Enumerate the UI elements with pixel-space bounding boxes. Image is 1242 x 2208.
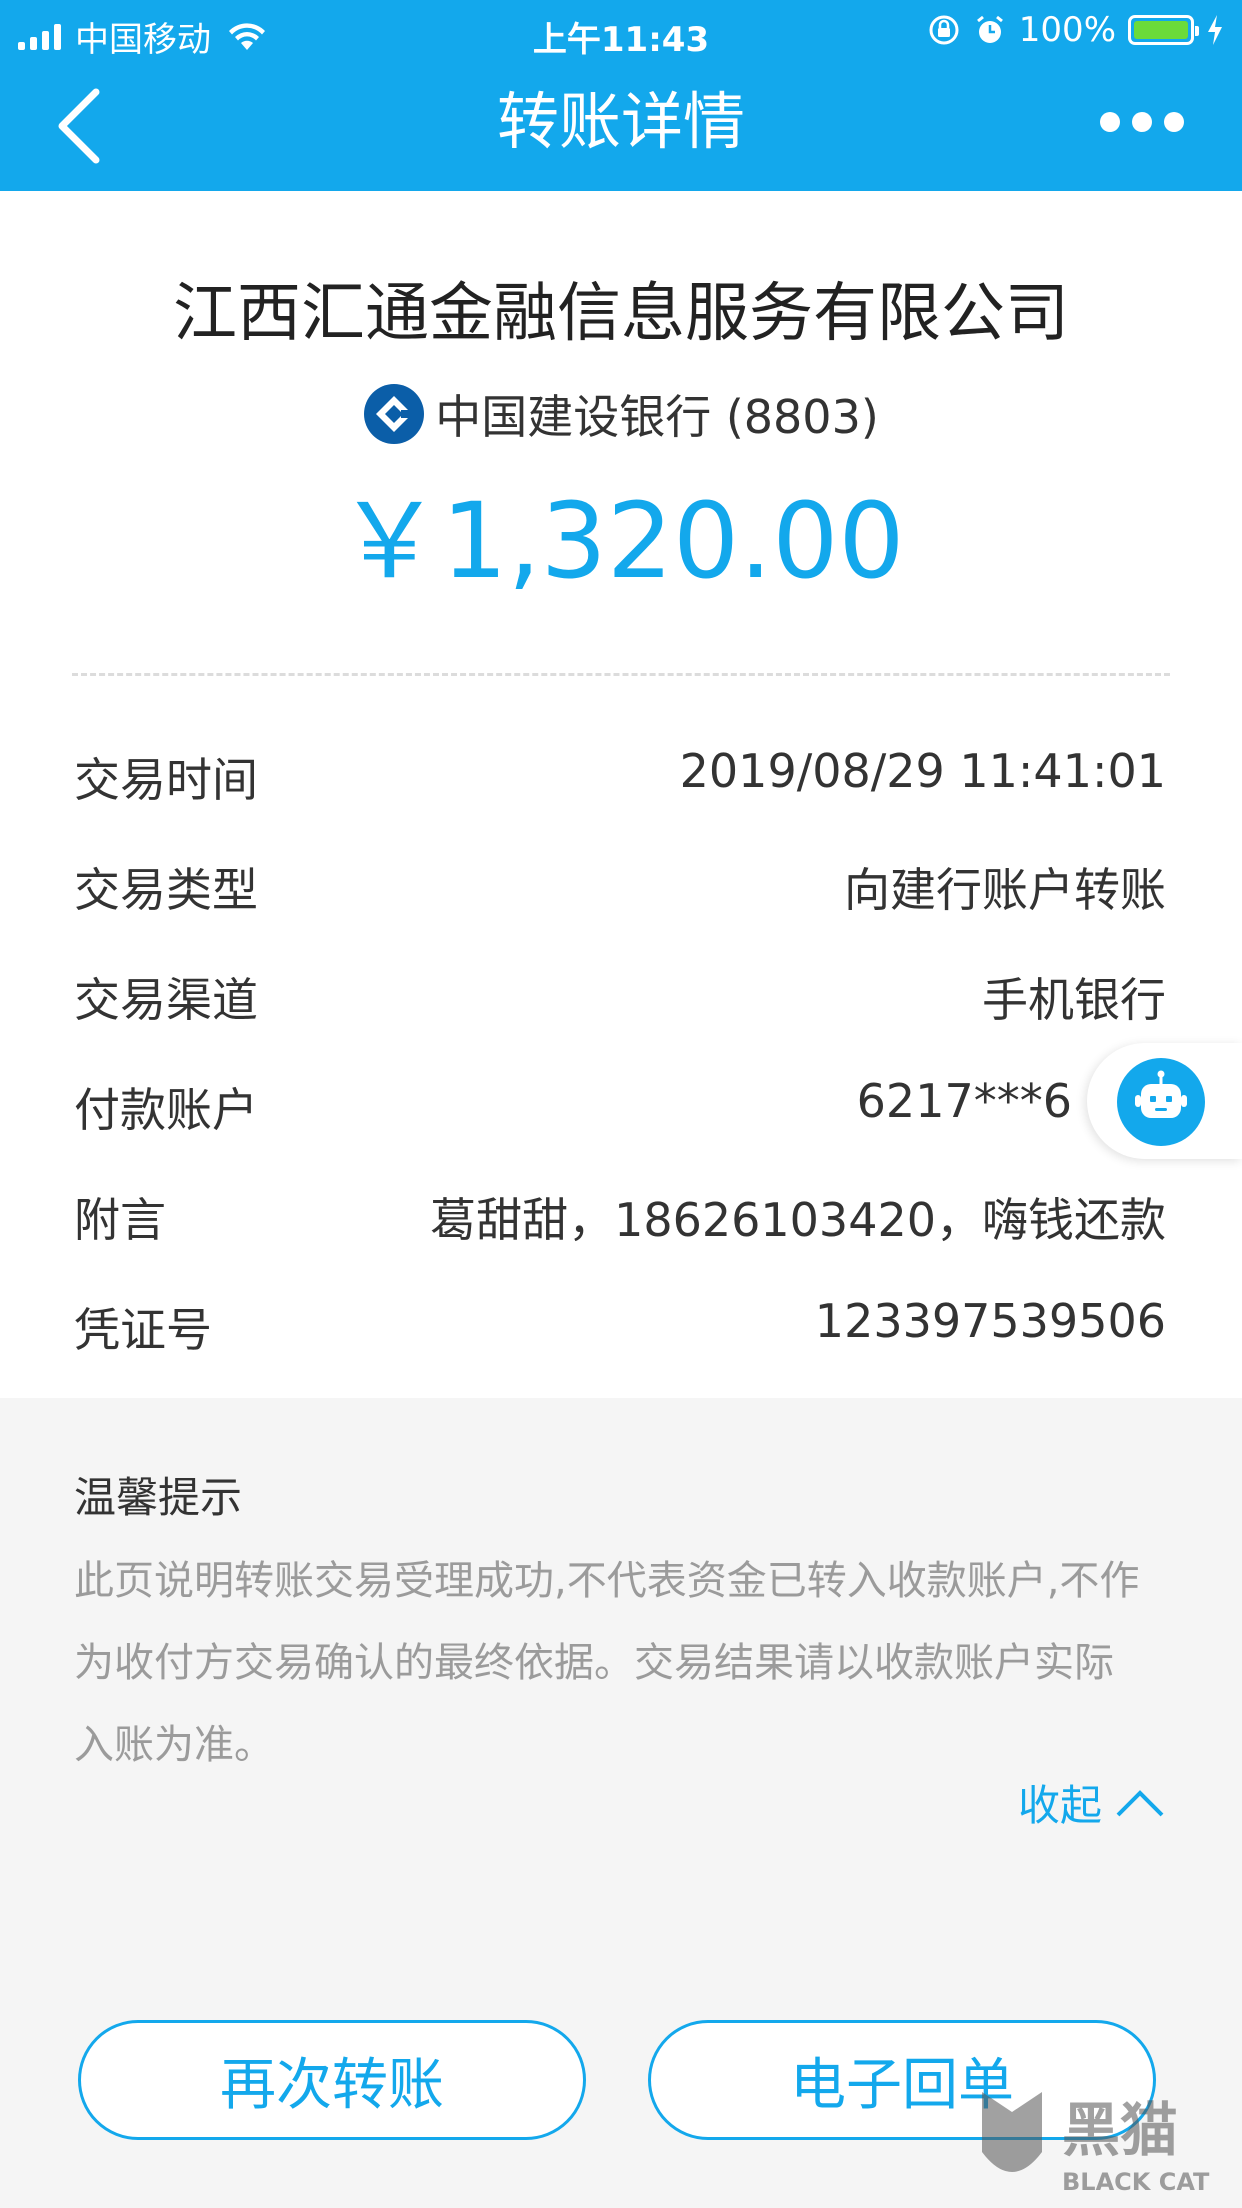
top-bar: 中国移动 上午11:43 100% 转账详情 xyxy=(0,0,1242,191)
more-options-icon[interactable] xyxy=(1100,112,1184,132)
bank-account: 中国建设银行 (8803) xyxy=(435,390,879,444)
detail-label: 凭证号 xyxy=(74,1303,212,1357)
detail-value: 葛甜甜，18626103420，嗨钱还款 xyxy=(430,1193,1166,1247)
detail-row-memo: 附言 葛甜甜，18626103420，嗨钱还款 xyxy=(0,1158,1242,1268)
alarm-icon xyxy=(976,15,1003,43)
collapse-toggle[interactable]: 收起 xyxy=(1018,1772,1166,1833)
detail-row-type: 交易类型 向建行账户转账 xyxy=(0,828,1242,938)
detail-row-voucher: 凭证号 123397539506 xyxy=(0,1268,1242,1378)
tips-line: 此页说明转账交易受理成功,不代表资金已转入收款账户,不作 xyxy=(74,1558,1140,1604)
transfer-again-button[interactable]: 再次转账 xyxy=(78,2020,586,2140)
detail-value: 6217***6 xyxy=(856,1074,1072,1128)
detail-label: 付款账户 xyxy=(74,1083,258,1137)
rotation-lock-icon xyxy=(929,15,959,45)
detail-value: 向建行账户转账 xyxy=(844,863,1166,917)
chevron-up-icon xyxy=(1116,1789,1164,1816)
transfer-detail-card: 江西汇通金融信息服务有限公司 中国建设银行 (8803) ￥1,320.00 交… xyxy=(0,191,1242,1398)
black-cat-watermark: 黑猫 BLACK CAT xyxy=(982,2092,1210,2196)
tips-line: 为收付方交易确认的最终依据。交易结果请以收款账户实际 xyxy=(74,1640,1114,1686)
battery-percent: 100% xyxy=(1018,10,1116,50)
robot-icon xyxy=(1117,1058,1205,1146)
tips-title: 温馨提示 xyxy=(74,1473,243,1522)
svg-text:黑猫: 黑猫 xyxy=(1062,2096,1178,2164)
assistant-robot-button[interactable] xyxy=(1087,1043,1242,1159)
detail-value: 123397539506 xyxy=(814,1294,1166,1348)
detail-row-time: 交易时间 2019/08/29 11:41:01 xyxy=(0,718,1242,828)
detail-label: 交易时间 xyxy=(74,753,258,807)
transfer-amount: ￥1,320.00 xyxy=(337,480,905,602)
bank-line: 中国建设银行 (8803) xyxy=(0,381,1242,447)
status-bar: 中国移动 上午11:43 100% xyxy=(0,0,1242,62)
detail-label: 交易类型 xyxy=(74,863,258,917)
charging-bolt-icon xyxy=(1208,15,1222,45)
tips-body: 此页说明转账交易受理成功,不代表资金已转入收款账户,不作 为收付方交易确认的最终… xyxy=(74,1540,1174,1786)
payee-name: 江西汇通金融信息服务有限公司 xyxy=(173,277,1069,351)
detail-label: 附言 xyxy=(74,1193,166,1247)
nav-header: 转账详情 xyxy=(0,62,1242,191)
ccb-bank-logo-icon xyxy=(364,384,425,444)
battery-icon xyxy=(1128,15,1199,45)
detail-label: 交易渠道 xyxy=(74,973,258,1027)
detail-value: 手机银行 xyxy=(982,973,1166,1027)
page-title: 转账详情 xyxy=(496,85,745,158)
detail-value: 2019/08/29 11:41:01 xyxy=(679,744,1166,798)
detail-row-account: 付款账户 6217***6 xyxy=(0,1048,1242,1158)
tips-line: 入账为准。 xyxy=(74,1722,274,1768)
svg-text:BLACK CAT: BLACK CAT xyxy=(1062,2168,1210,2196)
detail-row-channel: 交易渠道 手机银行 xyxy=(0,938,1242,1048)
dashed-divider xyxy=(72,673,1170,676)
collapse-label: 收起 xyxy=(1017,1781,1102,1830)
